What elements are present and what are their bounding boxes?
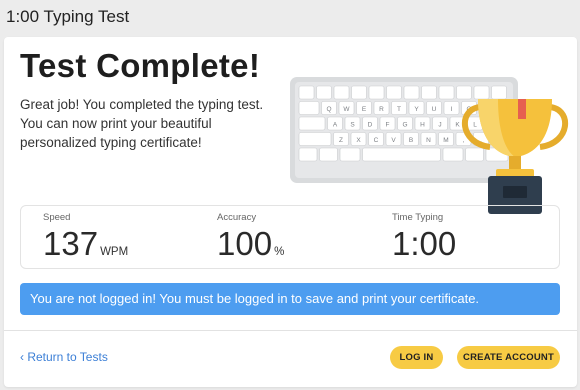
- stats-panel: Speed 137 WPM Accuracy 100% Time Typing 1…: [20, 205, 560, 269]
- svg-text:I: I: [451, 106, 453, 113]
- svg-text:X: X: [356, 137, 361, 144]
- page-title: Test Complete!: [20, 47, 261, 84]
- svg-text:U: U: [432, 106, 437, 113]
- svg-text:N: N: [426, 137, 431, 144]
- svg-text:Z: Z: [339, 137, 343, 144]
- speed-unit: WPM: [100, 246, 129, 258]
- results-card: Test Complete! Great job! You completed …: [4, 37, 577, 387]
- time-label: Time Typing: [392, 212, 444, 223]
- svg-text:T: T: [397, 106, 401, 113]
- completion-message: Great job! You completed the typing test…: [20, 97, 264, 150]
- svg-text:S: S: [350, 122, 355, 129]
- time-value: 1:00: [392, 225, 457, 262]
- accuracy-stat: Accuracy 100%: [217, 212, 284, 263]
- svg-text:L: L: [473, 122, 477, 129]
- svg-text:H: H: [420, 122, 425, 129]
- keyboard-trophy-illustration: QWERTYUIOPASDFGHJKLZXCVBNM,./: [290, 77, 568, 214]
- svg-text:D: D: [368, 122, 373, 129]
- accuracy-value: 100: [217, 225, 273, 262]
- create-account-button[interactable]: CREATE ACCOUNT: [457, 346, 560, 369]
- accuracy-unit: %: [274, 246, 285, 258]
- svg-text:G: G: [402, 122, 407, 129]
- svg-text:J: J: [438, 122, 441, 129]
- login-alert: You are not logged in! You must be logge…: [20, 283, 560, 315]
- login-button[interactable]: LOG IN: [390, 346, 443, 369]
- svg-text:R: R: [379, 106, 384, 113]
- accuracy-label: Accuracy: [217, 212, 257, 223]
- speed-label: Speed: [43, 212, 71, 223]
- speed-stat: Speed 137 WPM: [43, 212, 128, 263]
- svg-text:Y: Y: [414, 106, 419, 113]
- speed-value: 137: [43, 225, 99, 262]
- svg-text:W: W: [343, 106, 350, 113]
- svg-text:E: E: [362, 106, 367, 113]
- svg-text:V: V: [391, 137, 396, 144]
- svg-text:K: K: [455, 122, 460, 129]
- svg-text:Q: Q: [326, 106, 331, 113]
- window-title: 1:00 Typing Test: [6, 7, 130, 26]
- svg-text:A: A: [333, 122, 338, 129]
- svg-text:F: F: [386, 122, 390, 129]
- time-stat: Time Typing 1:00: [392, 212, 456, 263]
- return-to-tests-link[interactable]: ‹ Return to Tests: [20, 350, 108, 364]
- svg-text:,: ,: [463, 137, 465, 144]
- svg-text:M: M: [443, 137, 448, 144]
- svg-text:B: B: [409, 137, 413, 144]
- footer-divider: [4, 330, 577, 331]
- svg-text:C: C: [374, 137, 379, 144]
